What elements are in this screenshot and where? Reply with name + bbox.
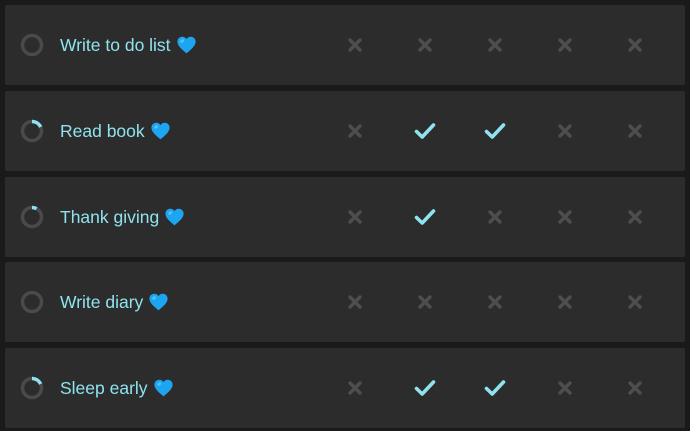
habit-name[interactable]: Thank giving <box>60 205 184 229</box>
day-missed-cross-icon[interactable] <box>552 289 578 315</box>
blue-heart-icon <box>153 379 173 397</box>
blue-heart-icon <box>151 122 170 140</box>
day-missed-cross-icon[interactable] <box>552 375 578 401</box>
blue-heart-icon <box>149 293 168 311</box>
day-missed-cross-icon[interactable] <box>622 375 648 401</box>
day-done-check-icon[interactable] <box>482 375 508 401</box>
habit-row[interactable]: Read book <box>5 90 685 171</box>
habit-row[interactable]: Sleep early <box>5 348 685 428</box>
habit-row[interactable]: Thank giving <box>5 176 685 257</box>
day-missed-cross-icon[interactable] <box>552 118 578 144</box>
habit-row[interactable]: Write to do list <box>5 5 685 85</box>
habit-name-label: Sleep early <box>60 378 148 398</box>
day-done-check-icon[interactable] <box>482 118 508 144</box>
habit-name[interactable]: Write to do list <box>60 33 196 57</box>
habit-row[interactable]: Write diary <box>5 262 685 343</box>
day-missed-cross-icon[interactable] <box>342 289 368 315</box>
day-done-check-icon[interactable] <box>412 118 438 144</box>
day-missed-cross-icon[interactable] <box>552 32 578 58</box>
habit-name[interactable]: Sleep early <box>60 376 173 400</box>
progress-ring-icon <box>20 33 44 57</box>
day-missed-cross-icon[interactable] <box>482 204 508 230</box>
day-done-check-icon[interactable] <box>412 375 438 401</box>
day-missed-cross-icon[interactable] <box>342 118 368 144</box>
day-missed-cross-icon[interactable] <box>622 204 648 230</box>
blue-heart-icon <box>176 36 196 54</box>
day-missed-cross-icon[interactable] <box>482 32 508 58</box>
day-missed-cross-icon[interactable] <box>482 289 508 315</box>
habit-name-label: Write diary <box>60 292 144 313</box>
habit-name[interactable]: Write diary <box>60 290 168 314</box>
day-missed-cross-icon[interactable] <box>342 204 368 230</box>
progress-ring-icon <box>20 205 44 229</box>
progress-ring-icon <box>20 119 44 143</box>
day-missed-cross-icon[interactable] <box>412 289 438 315</box>
day-missed-cross-icon[interactable] <box>622 289 648 315</box>
habit-list: Write to do list Read book Thank giving Wri… <box>0 0 690 431</box>
habit-name[interactable]: Read book <box>60 119 170 143</box>
habit-name-label: Write to do list <box>60 35 171 55</box>
progress-ring-icon <box>20 376 44 400</box>
habit-name-label: Read book <box>60 120 145 141</box>
day-missed-cross-icon[interactable] <box>342 375 368 401</box>
habit-name-label: Thank giving <box>60 206 160 227</box>
blue-heart-icon <box>165 208 184 226</box>
day-missed-cross-icon[interactable] <box>412 32 438 58</box>
day-missed-cross-icon[interactable] <box>622 118 648 144</box>
day-missed-cross-icon[interactable] <box>622 32 648 58</box>
day-missed-cross-icon[interactable] <box>552 204 578 230</box>
day-done-check-icon[interactable] <box>412 204 438 230</box>
day-missed-cross-icon[interactable] <box>342 32 368 58</box>
progress-ring-icon <box>20 290 44 314</box>
